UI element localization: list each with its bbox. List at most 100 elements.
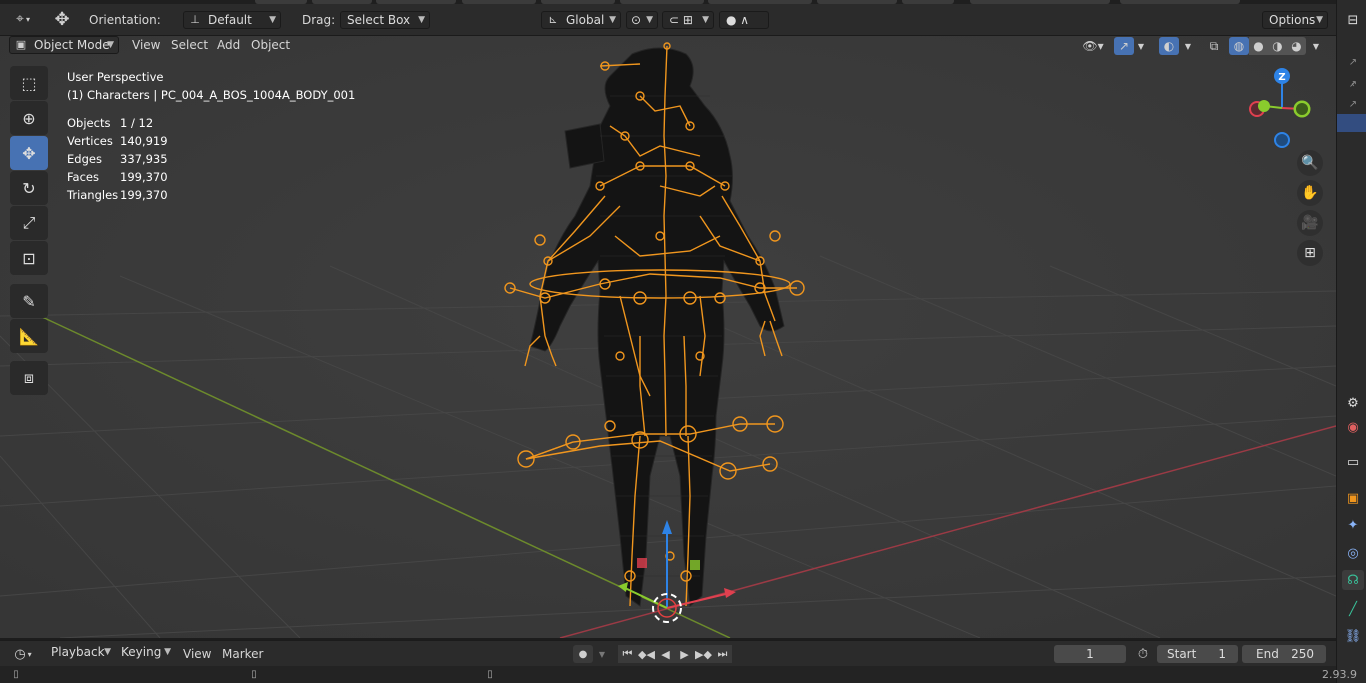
object-properties-icon[interactable]: ▣ <box>1342 488 1364 508</box>
chevron-down-icon: ▼ <box>104 647 111 657</box>
blender-window: ⌖ ▾ ✥ Orientation: ⊥ Default ▼ Drag: Selec… <box>0 0 1366 683</box>
pivot-icon: ⊙ <box>631 13 642 27</box>
pan-hand-icon[interactable]: ✋ <box>1297 180 1323 206</box>
3d-viewport[interactable]: ▣ Object Mode ▼ View Select Add Object 👁▾… <box>0 36 1336 638</box>
perspective-label: User Perspective <box>67 70 164 84</box>
physics-icon[interactable]: ◎ <box>1342 543 1364 563</box>
rendered-shading-icon[interactable]: ◕ <box>1287 37 1306 55</box>
orientation-label: Orientation: <box>89 13 161 27</box>
version-label: 2.93.9 <box>1322 668 1357 681</box>
menu-view[interactable]: View <box>132 36 160 54</box>
keying-menu[interactable]: Keying ▼ <box>115 644 175 662</box>
chevron-down-icon: ▼ <box>702 15 709 25</box>
wireframe-shading-icon[interactable]: ◍ <box>1229 37 1249 55</box>
stat-row: Edges 337,935 <box>67 152 168 166</box>
xray-toggle-icon[interactable]: ⧉ <box>1204 37 1224 55</box>
proportional-editing-toggle[interactable]: ● ∧ <box>719 11 769 29</box>
playback-menu[interactable]: Playback ▼ <box>45 644 115 662</box>
timeline-editor-type-icon[interactable]: ◷ ▾ <box>8 645 38 663</box>
chevron-down-icon: ▼ <box>609 15 616 25</box>
mode-dropdown[interactable]: ▣ Object Mode ▼ <box>9 36 119 54</box>
pivot-point-dropdown[interactable]: ⊙ ▼ <box>626 11 658 29</box>
chevron-down-icon: ▼ <box>269 15 276 25</box>
current-frame-field[interactable]: 1 <box>1054 645 1126 663</box>
end-frame-field[interactable]: End 250 <box>1242 645 1326 663</box>
armature-data-icon[interactable]: ☊ <box>1342 570 1364 590</box>
drag-value: Select Box <box>347 13 411 27</box>
object-mode-icon: ▣ <box>15 38 27 51</box>
cursor-tool-icon[interactable]: ⊕ <box>10 101 48 135</box>
move-tool-button[interactable]: ✥ <box>10 136 48 170</box>
overlays-toggle-icon[interactable]: ◐ <box>1159 37 1179 55</box>
chevron-down-icon[interactable]: ▼ <box>594 645 610 663</box>
mouse-left-icon: ▯ <box>13 669 19 680</box>
solid-shading-icon[interactable]: ● <box>1249 37 1268 55</box>
rotate-tool-icon[interactable]: ↻ <box>10 171 48 205</box>
jump-to-keyframe-back-icon[interactable]: ◆◀ <box>637 645 656 663</box>
timeline-menu-marker[interactable]: Marker <box>222 645 263 663</box>
orientation-dropdown[interactable]: ⊥ Default ▼ <box>183 11 281 29</box>
outliner-item-icon[interactable]: ↗ <box>1342 94 1364 114</box>
play-icon[interactable]: ▶ <box>675 645 694 663</box>
mouse-middle-icon: ▯ <box>251 669 257 680</box>
visibility-icon[interactable]: 👁▾ <box>1078 37 1108 55</box>
auto-keying-icon[interactable]: ● <box>573 645 593 663</box>
move-tool-icon[interactable]: ✥ <box>50 8 74 30</box>
outliner-item-icon[interactable]: ↗ <box>1342 74 1364 94</box>
chevron-down-icon: ▼ <box>1316 15 1323 25</box>
options-label: Options <box>1269 13 1316 27</box>
options-dropdown[interactable]: Options ▼ <box>1262 11 1328 29</box>
modifier-icon[interactable]: ✦ <box>1342 515 1364 535</box>
chevron-down-icon: ▼ <box>164 647 171 657</box>
start-label: Start <box>1167 647 1197 661</box>
measure-tool-icon[interactable]: 📐 <box>10 319 48 353</box>
tool-settings-header: ⌖ ▾ ✥ Orientation: ⊥ Default ▼ Drag: Selec… <box>0 0 1336 36</box>
bone-constraint-icon[interactable]: ⛓ <box>1342 626 1364 646</box>
properties-tab-column: ⊟ ‹ ↗ ↗ ↗ ⚙ ◉ ▭ ▣ ✦ ◎ ☊ ╱ ⛓ <box>1336 0 1366 683</box>
outliner-item-icon[interactable]: ↗ <box>1342 52 1364 72</box>
mouse-right-icon: ▯ <box>487 669 493 680</box>
proportional-editing-icon: ● ∧ <box>726 13 750 27</box>
play-reverse-icon[interactable]: ◀ <box>656 645 675 663</box>
active-collection-label: (1) Characters | PC_004_A_BOS_1004A_BODY… <box>67 88 356 102</box>
jump-to-keyframe-forward-icon[interactable]: ▶◆ <box>694 645 713 663</box>
zoom-icon[interactable]: 🔍 <box>1297 150 1323 176</box>
chevron-down-icon[interactable]: ▼ <box>1134 37 1148 55</box>
outliner-icon[interactable]: ⊟ <box>1342 10 1364 30</box>
tool-properties-icon[interactable]: ⚙ <box>1342 393 1364 413</box>
collection-icon[interactable]: ▭ <box>1342 452 1364 472</box>
start-frame-field[interactable]: Start 1 <box>1157 645 1238 663</box>
drag-dropdown[interactable]: Select Box ▼ <box>340 11 430 29</box>
jump-to-end-icon[interactable]: ⏭ <box>713 645 732 663</box>
transform-tool-icon[interactable]: ⊡ <box>10 241 48 275</box>
bone-icon[interactable]: ╱ <box>1342 599 1364 619</box>
stat-row: Objects 1 / 12 <box>67 116 154 130</box>
select-box-tool-icon[interactable]: ⬚ <box>10 66 48 100</box>
menu-select[interactable]: Select <box>171 36 208 54</box>
start-value: 1 <box>1218 647 1226 661</box>
world-icon[interactable]: ◉ <box>1342 417 1364 437</box>
editor-type-icon[interactable]: ⌖ ▾ <box>8 10 38 28</box>
material-shading-icon[interactable]: ◑ <box>1268 37 1287 55</box>
outliner-selected-row[interactable] <box>1337 114 1366 132</box>
snap-dropdown[interactable]: ⊂ ⊞ ▼ <box>662 11 714 29</box>
workspace-tabs[interactable] <box>0 0 1336 4</box>
stopwatch-icon[interactable]: ⏱ <box>1133 645 1153 663</box>
snap-icon: ⊂ ⊞ <box>669 13 693 27</box>
camera-view-icon[interactable]: 🎥 <box>1297 210 1323 236</box>
menu-add[interactable]: Add <box>217 36 240 54</box>
navigation-gizmo[interactable]: Z <box>1242 64 1322 154</box>
timeline-menu-view[interactable]: View <box>183 645 211 663</box>
add-cube-tool-icon[interactable]: ⧈ <box>10 361 48 395</box>
scale-tool-icon[interactable]: ⤢ <box>10 206 48 240</box>
chevron-down-icon[interactable]: ▼ <box>1309 37 1323 55</box>
perspective-toggle-icon[interactable]: ⊞ <box>1297 240 1323 266</box>
chevron-down-icon[interactable]: ▼ <box>1181 37 1195 55</box>
transform-orientation-dropdown[interactable]: ⊾ Global ▼ <box>541 11 621 29</box>
orientation-value: Default <box>208 13 252 27</box>
gizmo-toggle-icon[interactable]: ↗ <box>1114 37 1134 55</box>
jump-to-start-icon[interactable]: ⏮ <box>618 645 637 663</box>
menu-object[interactable]: Object <box>251 36 290 54</box>
transform-space-value: Global <box>566 13 605 27</box>
annotate-tool-icon[interactable]: ✎ <box>10 284 48 318</box>
